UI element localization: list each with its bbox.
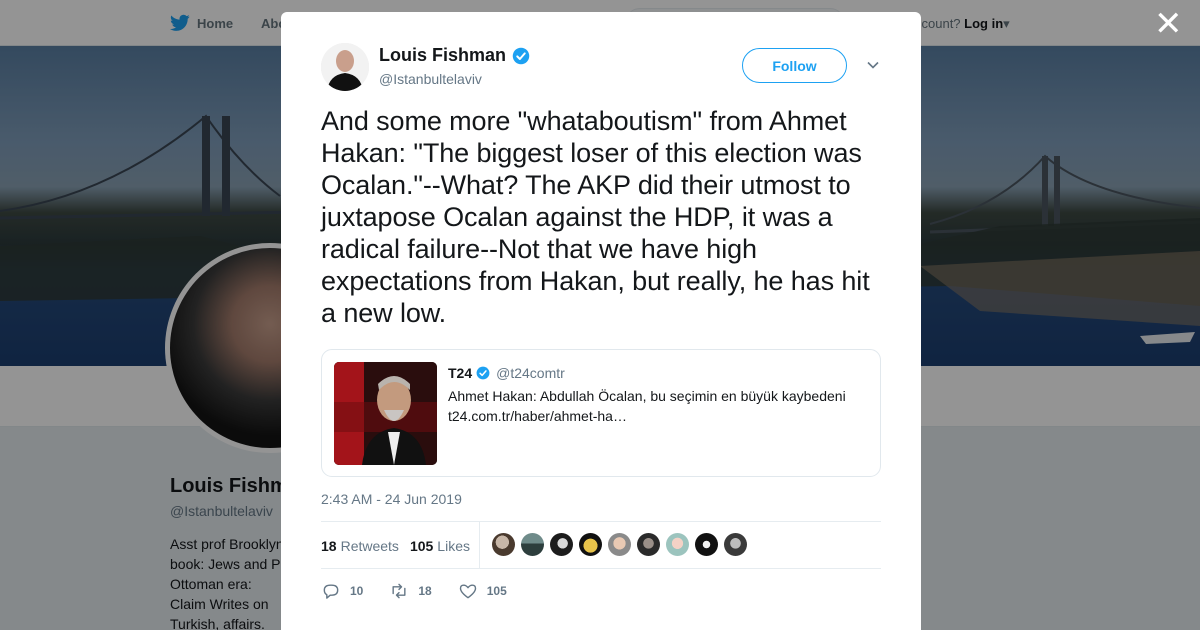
- quoted-author-name: T24: [448, 365, 473, 381]
- reply-button[interactable]: 10: [321, 581, 363, 601]
- retweet-button[interactable]: 18: [389, 581, 432, 601]
- stat-counts: 18 Retweets 105 Likes: [321, 522, 480, 569]
- liker-avatar[interactable]: [724, 533, 747, 556]
- verified-badge-icon: [512, 47, 530, 64]
- tweet-stats: 18 Retweets 105 Likes: [321, 521, 881, 569]
- follow-button[interactable]: Follow: [742, 48, 847, 83]
- quoted-author-handle: @t24comtr: [496, 365, 565, 381]
- tweet-text: And some more "whataboutism" from Ahmet …: [321, 106, 870, 328]
- quoted-tweet-text: Ahmet Hakan: Abdullah Öcalan, bu seçimin…: [448, 388, 846, 424]
- author-name[interactable]: Louis Fishman: [379, 45, 530, 66]
- author-name-text: Louis Fishman: [379, 45, 507, 65]
- close-icon[interactable]: ✕: [1154, 7, 1183, 41]
- like-icon: [459, 584, 476, 599]
- man-portrait-image: [334, 362, 437, 465]
- author-avatar[interactable]: [321, 43, 369, 91]
- retweets-count: 18: [321, 537, 337, 554]
- reply-count: 10: [350, 584, 364, 598]
- tweet-timestamp[interactable]: 2:43 AM - 24 Jun 2019: [321, 491, 462, 507]
- liker-avatar[interactable]: [579, 533, 602, 556]
- liker-avatar[interactable]: [608, 533, 631, 556]
- chevron-down-icon[interactable]: [866, 58, 880, 72]
- tweet-modal: Louis Fishman @Istanbultelaviv Follow An…: [281, 12, 921, 630]
- likes-stat[interactable]: 105 Likes: [410, 538, 470, 554]
- verified-badge-icon: [476, 366, 490, 380]
- like-count: 105: [486, 584, 507, 598]
- retweets-label: Retweets: [340, 537, 399, 554]
- likes-label: Likes: [437, 537, 470, 554]
- quoted-author: T24 @t24comtr: [448, 365, 565, 381]
- liker-avatar[interactable]: [695, 533, 718, 556]
- retweets-stat[interactable]: 18 Retweets: [321, 538, 399, 554]
- author-handle[interactable]: @Istanbultelaviv: [379, 71, 482, 87]
- quoted-tweet-card[interactable]: T24 @t24comtr Ahmet Hakan: Abdullah Öcal…: [321, 349, 881, 477]
- liker-avatar[interactable]: [637, 533, 660, 556]
- likes-count: 105: [409, 537, 434, 554]
- reply-icon: [323, 584, 339, 599]
- liker-avatar[interactable]: [521, 533, 544, 556]
- liker-avatars: [492, 533, 747, 556]
- liker-avatar[interactable]: [492, 533, 515, 556]
- like-button[interactable]: 105: [458, 581, 507, 601]
- liker-avatar[interactable]: [550, 533, 573, 556]
- retweet-icon: [392, 583, 406, 599]
- author-photo: [321, 43, 369, 91]
- tweet-actions: 10 18 105: [321, 581, 533, 601]
- liker-avatar[interactable]: [666, 533, 689, 556]
- retweet-count: 18: [418, 584, 432, 598]
- quoted-tweet-thumbnail: [334, 362, 437, 465]
